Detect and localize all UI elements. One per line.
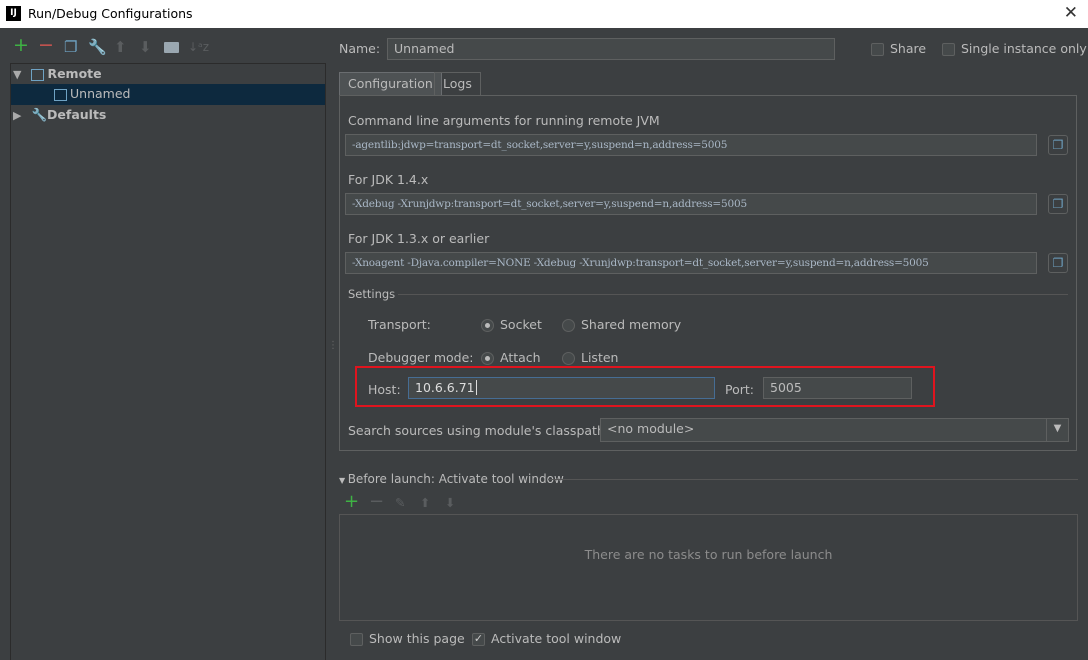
host-value: 10.6.6.71 [415,380,475,395]
divider [548,479,1078,480]
add-button[interactable]: + [13,34,29,56]
shared-memory-radio[interactable]: Shared memory [562,317,681,332]
show-page-label: Show this page [369,631,465,646]
host-label: Host: [368,382,401,397]
sort-icon[interactable]: ↓ᵃz [188,40,209,54]
cmd-label: Command line arguments for running remot… [348,113,660,128]
folder-icon[interactable] [164,42,179,53]
name-label: Name: [339,41,381,56]
search-sources-label: Search sources using module's classpath: [348,423,610,438]
jdk13-field[interactable]: -Xnoagent -Djava.compiler=NONE -Xdebug -… [345,252,1037,274]
tab-logs[interactable]: Logs [434,72,481,96]
share-checkbox[interactable]: Share [871,41,926,56]
remote-icon [54,88,67,101]
collapse-icon[interactable]: ▶ [13,109,21,122]
activate-tool-window-checkbox[interactable]: ✓ Activate tool window [472,631,621,646]
jdk13-label: For JDK 1.3.x or earlier [348,231,490,246]
move-down-icon[interactable]: ⬇ [139,38,152,56]
remote-icon [31,68,45,81]
socket-label: Socket [500,317,542,332]
tree-item-unnamed[interactable]: Unnamed [11,84,325,105]
listen-radio[interactable]: Listen [562,350,618,365]
cmd-field[interactable]: -agentlib:jdwp=transport=dt_socket,serve… [345,134,1037,156]
attach-label: Attach [500,350,541,365]
port-label: Port: [725,382,754,397]
transport-label: Transport: [368,317,431,332]
copy-icon[interactable]: ❐ [1048,253,1068,273]
tree-label: Defaults [47,107,107,122]
listen-label: Listen [581,350,619,365]
jdk14-label: For JDK 1.4.x [348,172,429,187]
debugger-mode-label: Debugger mode: [368,350,474,365]
single-instance-label: Single instance only [961,41,1087,56]
expand-icon: ▼ [339,476,348,485]
share-label: Share [890,41,927,56]
settings-heading: Settings [348,287,396,301]
tree-item-defaults[interactable]: ▶ 🔧Defaults [11,105,325,126]
before-launch-toggle[interactable]: ▼ Before launch: Activate tool window [339,472,564,486]
expand-icon[interactable]: ▼ [13,68,21,81]
config-tree[interactable]: ▼ Remote Unnamed ▶ 🔧Defaults [10,63,326,660]
move-down-icon[interactable]: ⬇ [445,495,455,510]
close-icon[interactable]: ✕ [1064,3,1078,23]
wrench-icon: 🔧 [31,107,48,122]
shared-memory-label: Shared memory [581,317,682,332]
copy-icon[interactable]: ❐ [1048,135,1068,155]
app-logo: IJ [6,6,21,21]
copy-config-icon[interactable]: ❐ [64,38,77,56]
edit-task-icon[interactable]: ✎ [395,495,405,510]
module-select[interactable]: <no module> ▼ [600,418,1069,442]
splitter-handle[interactable]: ⋮ [328,340,338,351]
add-task-icon[interactable]: + [344,491,359,512]
window-title: Run/Debug Configurations [28,6,193,21]
tree-label: Unnamed [70,86,131,101]
tasks-list[interactable]: There are no tasks to run before launch [339,514,1078,621]
move-up-icon[interactable]: ⬆ [114,38,127,56]
host-input[interactable]: 10.6.6.71 [408,377,715,399]
move-up-icon[interactable]: ⬆ [420,495,430,510]
name-input[interactable]: Unnamed [387,38,835,60]
chevron-down-icon[interactable]: ▼ [1046,419,1068,441]
tree-label: Remote [47,66,102,81]
activate-label: Activate tool window [491,631,622,646]
jdk14-field[interactable]: -Xdebug -Xrunjdwp:transport=dt_socket,se… [345,193,1037,215]
empty-tasks-text: There are no tasks to run before launch [584,547,833,562]
show-page-checkbox[interactable]: Show this page [350,631,465,646]
wrench-icon[interactable]: 🔧 [88,38,107,56]
module-value: <no module> [607,421,695,436]
before-launch-title: Before launch: Activate tool window [347,472,564,486]
divider [398,294,1068,295]
socket-radio[interactable]: Socket [481,317,542,332]
remove-task-icon[interactable]: − [369,491,384,512]
copy-icon[interactable]: ❐ [1048,194,1068,214]
remove-button[interactable]: − [38,34,54,56]
port-input[interactable]: 5005 [763,377,912,399]
text-cursor [475,380,477,395]
attach-radio[interactable]: Attach [481,350,541,365]
tab-configuration[interactable]: Configuration [339,72,442,96]
title-bar: IJ Run/Debug Configurations ✕ [0,0,1088,28]
single-instance-checkbox[interactable]: Single instance only [942,41,1087,56]
tree-item-remote[interactable]: ▼ Remote [11,64,325,85]
